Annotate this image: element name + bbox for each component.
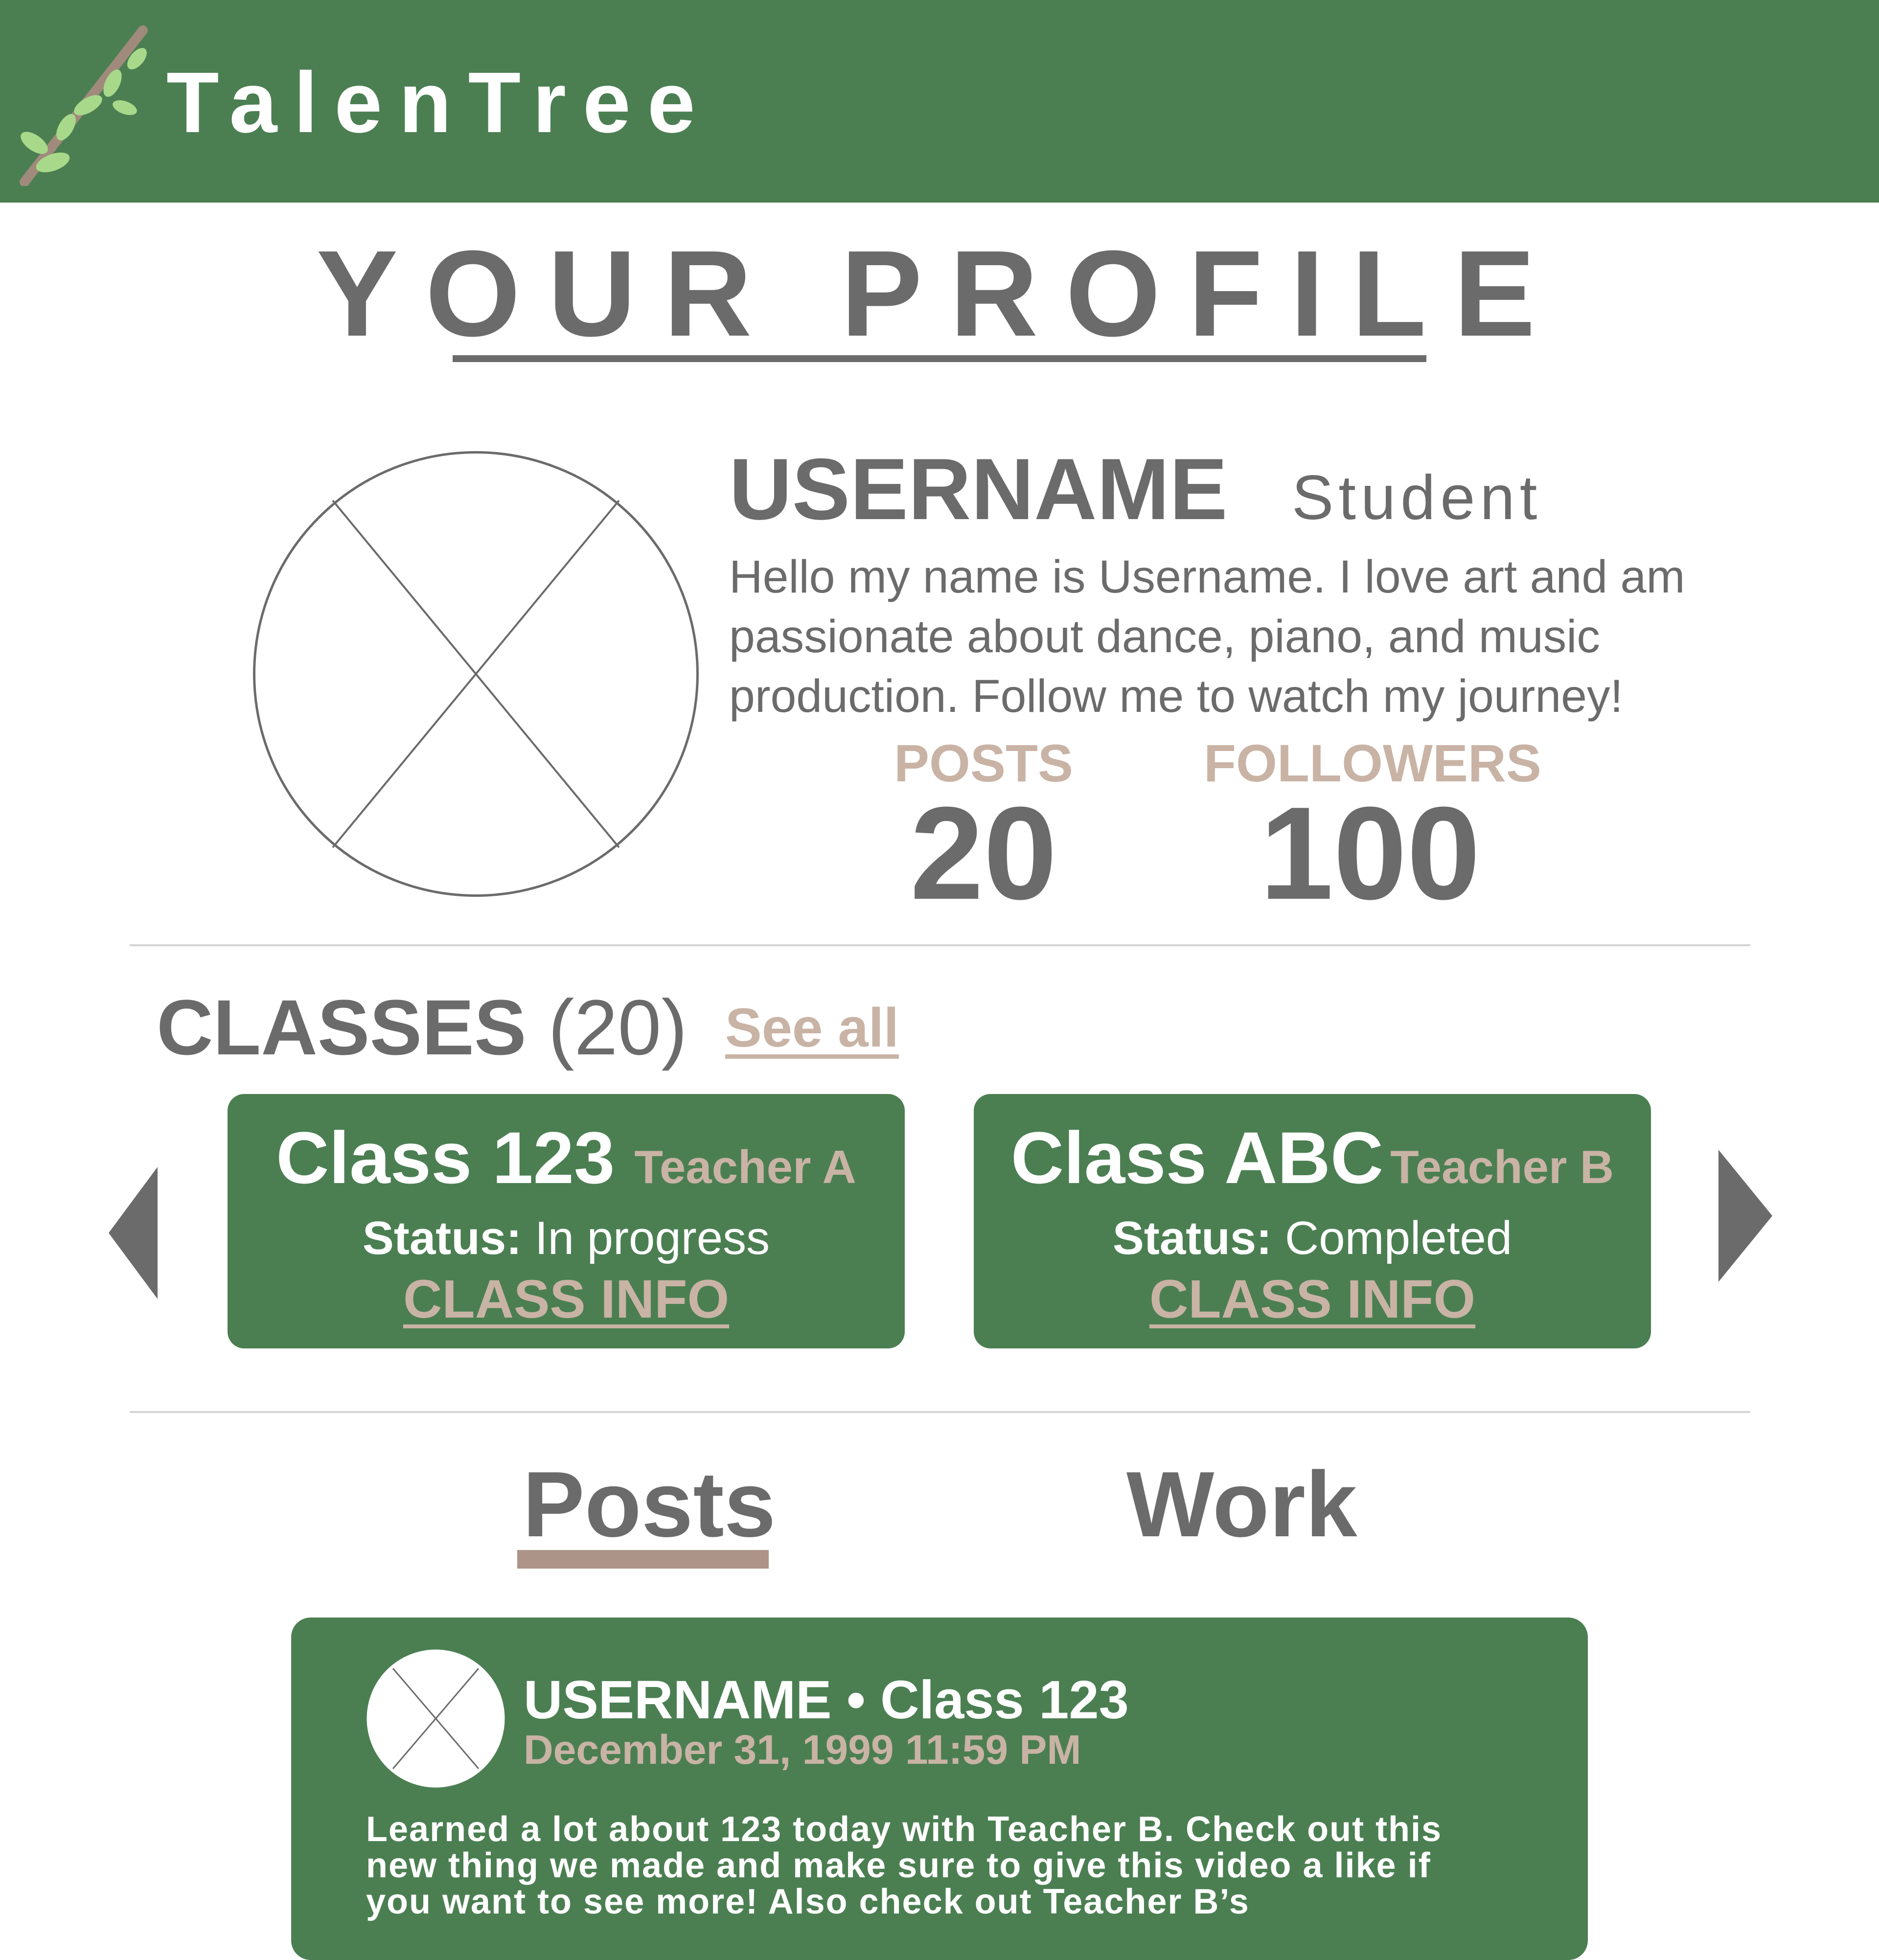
brand-name[interactable]: TalenTree — [166, 54, 712, 152]
class-card[interactable]: Class ABC Teacher B Status: Completed CLA… — [974, 1094, 1651, 1348]
post-author-avatar[interactable] — [366, 1649, 505, 1788]
followers-stat-value: 100 — [1260, 780, 1481, 927]
classes-count: (20) — [548, 983, 687, 1071]
class-status-label: Status: — [362, 1212, 522, 1264]
class-teacher: Teacher A — [634, 1141, 856, 1193]
class-card-title: Class 123 Teacher A — [228, 1109, 905, 1207]
profile-bio: Hello my name is Username. I love art an… — [729, 551, 1685, 722]
class-status-label: Status: — [1112, 1212, 1272, 1264]
post-date: December 31, 1999 11:59 PM — [524, 1727, 1081, 1773]
avatar[interactable] — [252, 450, 700, 898]
triangle-right-icon[interactable] — [1719, 1150, 1772, 1282]
class-card-title: Class ABC Teacher B — [974, 1109, 1651, 1207]
section-divider — [130, 1411, 1750, 1413]
page-title: YOUR PROFILE — [316, 225, 1563, 362]
class-card[interactable]: Class 123 Teacher A Status: In progress C… — [228, 1094, 905, 1348]
post-class-name[interactable]: Class 123 — [880, 1670, 1129, 1730]
branch-icon — [20, 25, 148, 186]
classes-heading-label: CLASSES — [157, 983, 527, 1071]
class-teacher: Teacher B — [1390, 1141, 1614, 1193]
post-body: Learned a lot about 123 today with Teach… — [366, 1810, 1443, 1921]
class-status-value: In progress — [534, 1212, 770, 1264]
posts-stat-value: 20 — [910, 780, 1057, 927]
triangle-left-icon[interactable] — [109, 1167, 158, 1299]
class-status: Status: Completed — [974, 1207, 1651, 1270]
classes-heading: CLASSES (20) — [157, 979, 687, 1076]
post-separator: • — [847, 1670, 866, 1730]
class-status-value: Completed — [1284, 1212, 1512, 1264]
class-info-link[interactable]: CLASS INFO — [974, 1265, 1651, 1334]
profile-role: Student — [1292, 463, 1542, 533]
class-status: Status: In progress — [228, 1207, 905, 1270]
active-tab-indicator — [517, 1550, 769, 1569]
section-divider — [130, 944, 1750, 946]
title-underline — [453, 355, 1426, 362]
class-info-link[interactable]: CLASS INFO — [228, 1265, 905, 1334]
post-author[interactable]: USERNAME — [524, 1670, 832, 1730]
class-name: Class 123 — [276, 1117, 615, 1199]
post-header: USERNAME • Class 123 — [524, 1668, 1129, 1732]
class-name: Class ABC — [1010, 1117, 1384, 1199]
profile-username: USERNAME — [729, 440, 1228, 538]
tab-posts[interactable]: Posts — [523, 1448, 776, 1561]
tab-work[interactable]: Work — [1126, 1448, 1357, 1561]
see-all-classes-link[interactable]: See all — [725, 991, 899, 1065]
